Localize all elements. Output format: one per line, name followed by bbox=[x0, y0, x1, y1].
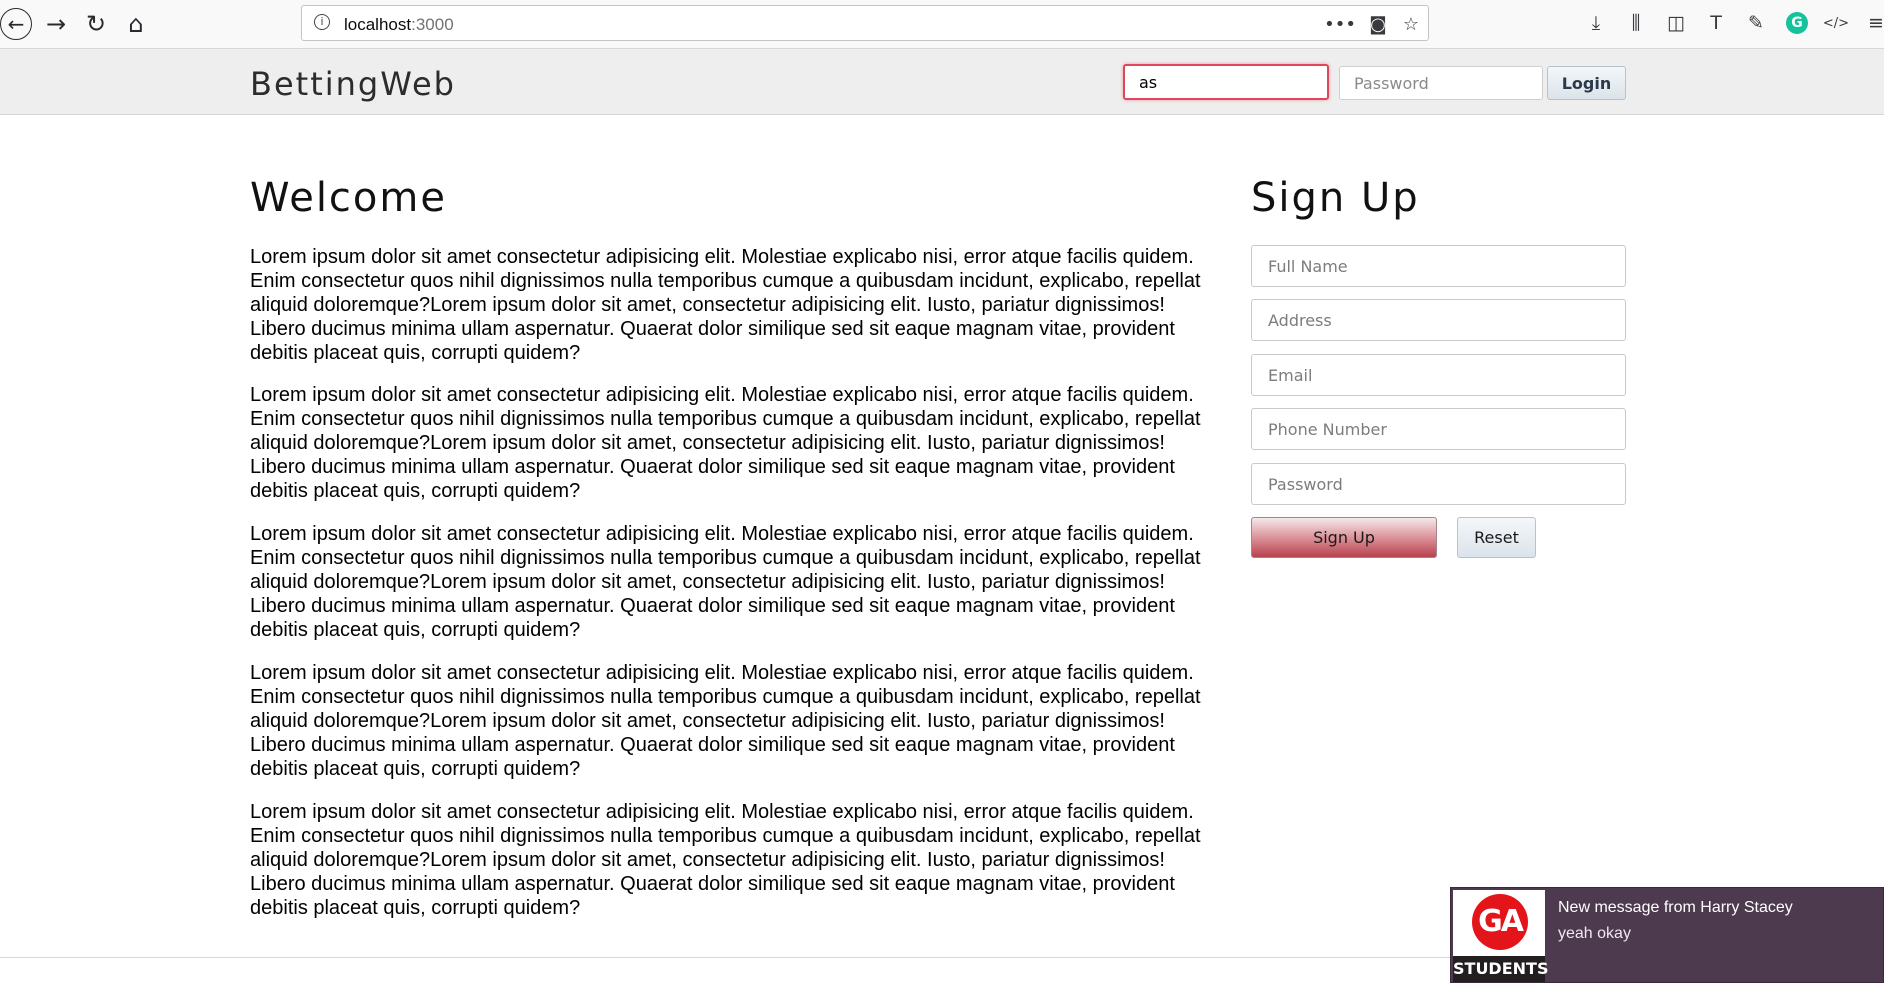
pocket-icon[interactable]: ◙ bbox=[1365, 11, 1391, 37]
grammarly-icon[interactable]: G bbox=[1786, 12, 1808, 34]
url-bar[interactable]: i localhost:3000 ••• ◙ ☆ bbox=[301, 5, 1429, 41]
download-icon[interactable]: ⤓ bbox=[1582, 9, 1610, 37]
url-port: :3000 bbox=[411, 15, 454, 34]
url-host: localhost bbox=[344, 15, 412, 34]
reload-icon[interactable]: ↻ bbox=[78, 6, 114, 42]
devtools-icon[interactable]: </> bbox=[1822, 9, 1850, 37]
full-name-input[interactable] bbox=[1251, 245, 1626, 287]
ga-logo-subtext: STUDENTS bbox=[1453, 956, 1548, 982]
info-icon[interactable]: i bbox=[314, 14, 330, 30]
notification-toast[interactable]: GA STUDENTS New message from Harry Stace… bbox=[1450, 887, 1884, 983]
welcome-paragraph: Lorem ipsum dolor sit amet consectetur a… bbox=[250, 801, 1201, 919]
notification-body: yeah okay bbox=[1558, 925, 1631, 942]
phone-number-input[interactable] bbox=[1251, 408, 1626, 450]
welcome-paragraph: Lorem ipsum dolor sit amet consectetur a… bbox=[250, 662, 1201, 780]
reset-button[interactable]: Reset bbox=[1457, 517, 1536, 558]
sign-up-button[interactable]: Sign Up bbox=[1251, 517, 1437, 558]
back-arrow-icon[interactable]: ← bbox=[0, 8, 32, 40]
text-extension-icon[interactable]: T bbox=[1702, 9, 1730, 37]
sidebar-icon[interactable]: ◫ bbox=[1662, 9, 1690, 37]
home-icon[interactable]: ⌂ bbox=[118, 6, 154, 42]
login-button[interactable]: Login bbox=[1547, 66, 1626, 100]
ga-logo-mark: GA bbox=[1472, 894, 1528, 950]
address-input[interactable] bbox=[1251, 299, 1626, 341]
url-text: localhost:3000 bbox=[344, 15, 454, 35]
notification-title: New message from Harry Stacey bbox=[1558, 899, 1793, 916]
app-navbar: BettingWeb Login bbox=[0, 49, 1884, 115]
forward-arrow-icon[interactable]: → bbox=[38, 6, 74, 42]
email-input[interactable] bbox=[1251, 354, 1626, 396]
library-icon[interactable]: ⫼ bbox=[1622, 9, 1650, 37]
brand-logo[interactable]: BettingWeb bbox=[250, 65, 456, 103]
login-username-input[interactable] bbox=[1123, 64, 1329, 100]
welcome-paragraph: Lorem ipsum dolor sit amet consectetur a… bbox=[250, 384, 1201, 502]
welcome-title: Welcome bbox=[250, 175, 447, 221]
signup-title: Sign Up bbox=[1251, 175, 1420, 221]
ga-students-logo: GA STUDENTS bbox=[1453, 890, 1548, 982]
login-password-input[interactable] bbox=[1339, 66, 1543, 100]
welcome-paragraph: Lorem ipsum dolor sit amet consectetur a… bbox=[250, 523, 1201, 641]
signup-password-input[interactable] bbox=[1251, 463, 1626, 505]
page-actions-icon[interactable]: ••• bbox=[1324, 11, 1356, 37]
bookmark-star-icon[interactable]: ☆ bbox=[1398, 11, 1424, 37]
browser-toolbar: ← → ↻ ⌂ i localhost:3000 ••• ◙ ☆ ⤓ ⫼ ◫ T… bbox=[0, 0, 1884, 49]
menu-icon[interactable]: ≡ bbox=[1862, 9, 1884, 37]
welcome-paragraph: Lorem ipsum dolor sit amet consectetur a… bbox=[250, 246, 1201, 364]
eyedropper-icon[interactable]: ✎ bbox=[1742, 9, 1770, 37]
